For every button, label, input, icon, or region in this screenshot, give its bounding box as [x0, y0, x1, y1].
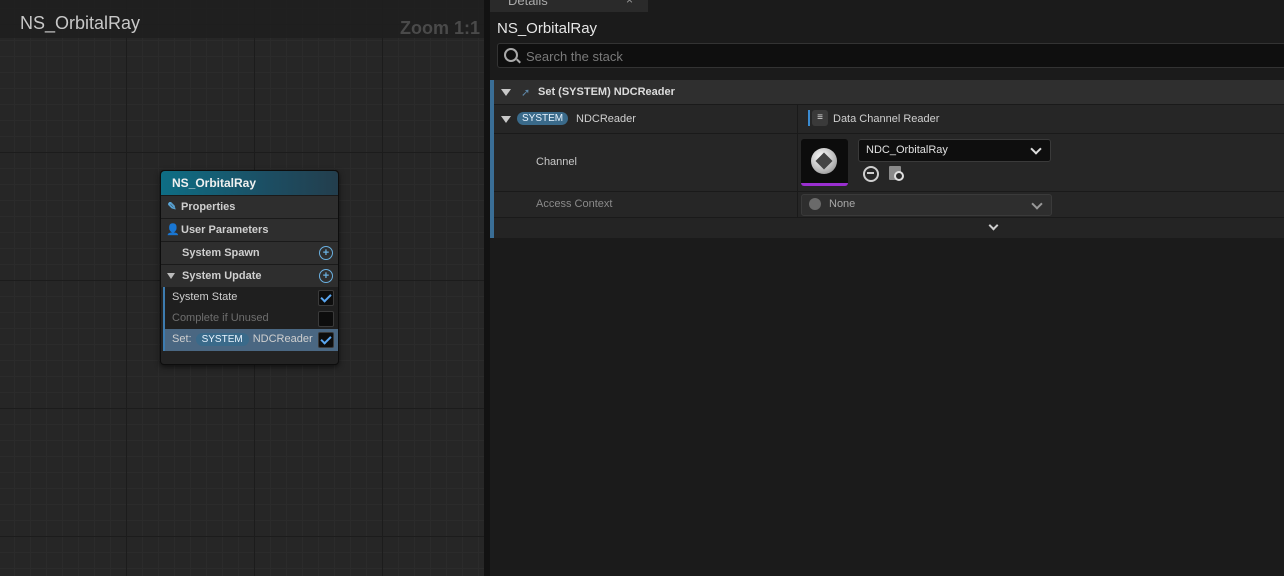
graph-title: NS_OrbitalRay	[20, 13, 141, 33]
set-name: NDCReader	[252, 333, 313, 345]
module-label: Set: SYSTEM NDCReader	[172, 333, 313, 346]
collapse-arrow-icon[interactable]	[167, 273, 175, 279]
module-complete-if-unused[interactable]: Complete if Unused	[163, 308, 338, 329]
system-node[interactable]: NS_OrbitalRay ✎ Properties 👤 User Parame…	[160, 170, 339, 365]
set-parameter-icon: ➚	[521, 87, 531, 99]
channel-label: Channel	[536, 156, 577, 168]
close-icon[interactable]: ×	[626, 0, 633, 7]
column-divider	[797, 192, 798, 217]
browse-asset-icon[interactable]	[889, 166, 904, 181]
node-header[interactable]: NS_OrbitalRay	[161, 171, 338, 195]
user-parameters-label: User Parameters	[181, 224, 269, 236]
database-icon: ≡	[812, 110, 828, 126]
node-user-parameters-row[interactable]: 👤 User Parameters	[161, 218, 338, 241]
parameter-name: NDCReader	[576, 113, 636, 125]
search-icon	[504, 48, 518, 62]
access-context-label: Access Context	[536, 198, 613, 210]
details-panel: Details × NS_OrbitalRay ➚ Set (SYSTEM) N…	[490, 0, 1284, 576]
use-selected-icon[interactable]	[863, 166, 879, 182]
chevron-down-icon	[1030, 143, 1042, 155]
node-title: NS_OrbitalRay	[172, 176, 257, 190]
pencil-icon: ✎	[167, 201, 177, 213]
collapse-arrow-icon[interactable]	[501, 89, 511, 96]
collapse-arrow-icon[interactable]	[501, 116, 511, 123]
details-tab[interactable]: Details ×	[490, 0, 648, 12]
set-module-label: Set (SYSTEM) NDCReader	[538, 86, 675, 98]
chevron-down-icon	[1031, 198, 1043, 210]
module-enabled-checkbox[interactable]	[318, 332, 334, 348]
search-input[interactable]	[524, 47, 1228, 65]
asset-thumbnail[interactable]	[801, 139, 848, 186]
channel-value: NDC_OrbitalRay	[866, 144, 948, 156]
column-divider	[797, 105, 798, 133]
set-prefix: Set:	[172, 333, 192, 345]
node-properties-row[interactable]: ✎ Properties	[161, 195, 338, 218]
node-system-update-row[interactable]: System Update +	[161, 264, 338, 287]
node-system-spawn-row[interactable]: System Spawn +	[161, 241, 338, 264]
module-label: Complete if Unused	[172, 312, 269, 324]
graph-header: NS_OrbitalRay Zoom 1:1	[0, 0, 484, 38]
channel-dropdown[interactable]: NDC_OrbitalRay	[858, 139, 1051, 162]
context-icon	[809, 198, 821, 210]
add-module-icon[interactable]: +	[319, 246, 333, 260]
access-context-value: None	[829, 198, 856, 210]
details-title: NS_OrbitalRay	[497, 20, 598, 37]
access-context-dropdown[interactable]: None	[801, 194, 1052, 216]
parameter-row[interactable]: SYSTEM NDCReader ≡ Data Channel Reader	[494, 105, 1284, 134]
details-tab-label: Details	[508, 0, 548, 8]
advanced-expander[interactable]	[494, 218, 1284, 238]
system-badge: SYSTEM	[517, 112, 569, 125]
system-update-label: System Update	[182, 270, 262, 282]
graph-canvas[interactable]: NS_OrbitalRay Zoom 1:1 NS_OrbitalRay ✎ P…	[0, 0, 484, 576]
properties-label: Properties	[181, 201, 236, 213]
zoom-level: Zoom 1:1	[400, 18, 481, 38]
module-enabled-checkbox[interactable]	[318, 311, 334, 327]
channel-property-row: Channel NDC_OrbitalRay	[494, 134, 1284, 192]
system-badge: SYSTEM	[195, 333, 249, 346]
type-color-bar	[808, 110, 810, 126]
parameter-type: Data Channel Reader	[833, 113, 940, 125]
module-label: System State	[172, 291, 238, 303]
system-spawn-label: System Spawn	[182, 247, 260, 259]
access-context-row: Access Context None	[494, 192, 1284, 218]
add-module-icon[interactable]: +	[319, 269, 333, 283]
column-divider	[797, 134, 798, 191]
module-set-ndcreader[interactable]: Set: SYSTEM NDCReader	[163, 329, 338, 351]
search-box[interactable]	[497, 43, 1284, 68]
stack-section: ➚ Set (SYSTEM) NDCReader SYSTEM NDCReade…	[490, 80, 1284, 238]
user-icon: 👤	[166, 224, 180, 236]
chevron-down-icon[interactable]	[988, 220, 999, 231]
set-module-header[interactable]: ➚ Set (SYSTEM) NDCReader	[494, 80, 1284, 105]
module-system-state[interactable]: System State	[163, 287, 338, 308]
module-enabled-checkbox[interactable]	[318, 290, 334, 306]
